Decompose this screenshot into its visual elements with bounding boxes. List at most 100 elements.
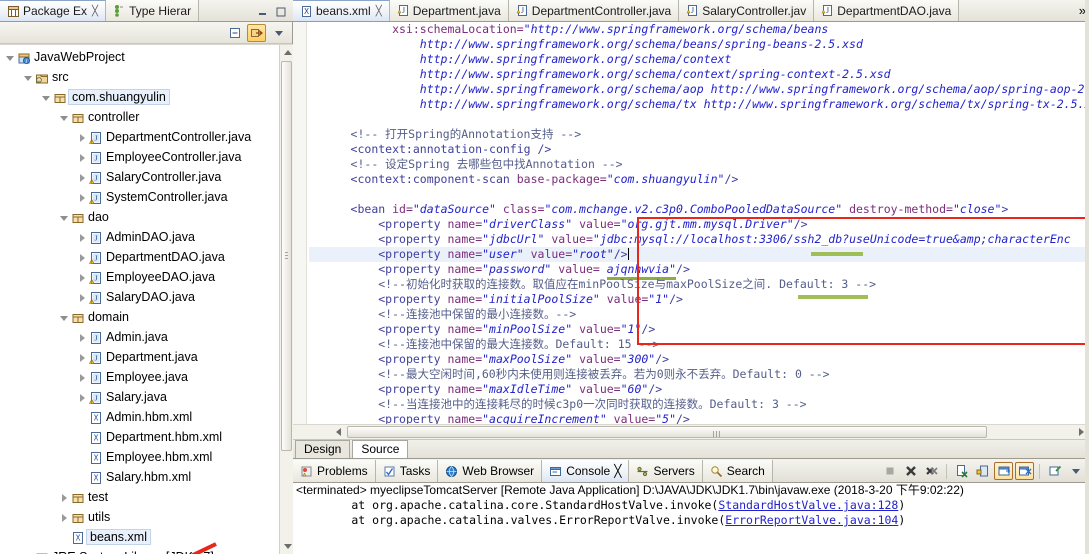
maximize-icon[interactable] [274, 5, 287, 18]
scroll-up-arrow-icon[interactable] [280, 45, 293, 59]
tab-web-browser[interactable]: Web Browser [438, 460, 543, 482]
scroll-lock-button[interactable] [973, 462, 992, 480]
remove-launch-button[interactable] [901, 462, 920, 480]
expand-arrow-closed-icon[interactable] [76, 171, 89, 184]
expand-arrow-open-icon[interactable] [40, 91, 53, 104]
expand-arrow-closed-icon[interactable] [76, 151, 89, 164]
close-icon[interactable]: ╳ [614, 464, 621, 478]
tree-item-label: utils [88, 510, 111, 524]
expand-arrow-open-icon[interactable] [58, 111, 71, 124]
expand-arrow-closed-icon[interactable] [58, 491, 71, 504]
show-console-button[interactable] [994, 462, 1013, 480]
tree-item[interactable]: utils [0, 507, 279, 527]
scrollbar-thumb[interactable] [347, 426, 987, 438]
expand-arrow-closed-icon[interactable] [76, 331, 89, 344]
java-file-warn-icon: J [686, 4, 699, 17]
expand-arrow-closed-icon[interactable] [76, 231, 89, 244]
tab-design[interactable]: Design [295, 440, 351, 458]
tree-item[interactable]: J Admin.java [0, 327, 279, 347]
editor-tab-department-controller[interactable]: J DepartmentController.java [508, 0, 680, 21]
expand-arrow-closed-icon[interactable] [76, 351, 89, 364]
tab-package-explorer[interactable]: Package Ex ╳ [0, 0, 107, 21]
expand-arrow-closed-icon[interactable] [76, 391, 89, 404]
tree-item[interactable]: X Admin.hbm.xml [0, 407, 279, 427]
expand-arrow-open-icon[interactable] [22, 71, 35, 84]
tree-item[interactable]: J! Department.java [0, 347, 279, 367]
tree-item[interactable]: X Department.hbm.xml [0, 427, 279, 447]
expand-arrow-open-icon[interactable] [58, 311, 71, 324]
minimize-icon[interactable] [256, 5, 269, 18]
code-line: <!--最大空闲时间,60秒内未使用则连接被丢弃。若为0则永不丢弃。Defaul… [378, 367, 830, 381]
scroll-left-arrow-icon[interactable] [331, 425, 346, 439]
java-file-warn-icon: J! [89, 131, 102, 144]
tree-item[interactable]: s src [0, 67, 279, 87]
expand-arrow-closed-icon[interactable] [76, 271, 89, 284]
tree-item[interactable]: J! SalaryController.java [0, 167, 279, 187]
stack-trace-link[interactable]: StandardHostValve.java:128 [718, 498, 898, 512]
tree-vertical-scrollbar[interactable] [279, 45, 293, 554]
tree-item[interactable]: Xbeans.xml [0, 527, 279, 547]
terminate-button[interactable] [880, 462, 899, 480]
tree-item[interactable]: JRE System Library [JDK1.7] [0, 547, 279, 554]
expand-arrow-closed-icon[interactable] [58, 511, 71, 524]
tab-type-hierarchy[interactable]: Type Hierar [106, 0, 200, 21]
view-menu-button[interactable] [269, 24, 288, 42]
expand-arrow-open-icon[interactable] [58, 211, 71, 224]
expand-arrow-closed-icon[interactable] [76, 191, 89, 204]
tree-item[interactable]: J! SystemController.java [0, 187, 279, 207]
tree-item[interactable]: J! Salary.java [0, 387, 279, 407]
tree-item[interactable]: com.shuangyulin [0, 87, 279, 107]
close-icon[interactable]: ╳ [92, 6, 98, 17]
pin-console-button[interactable] [1015, 462, 1034, 480]
tree-item-label: Employee.hbm.xml [106, 450, 213, 464]
tree-item[interactable]: J! SalaryDAO.java [0, 287, 279, 307]
expand-arrow-closed-icon[interactable] [76, 131, 89, 144]
code-view[interactable]: xsi:schemaLocation="http://www.springfra… [293, 22, 1089, 424]
green-underline-annotation [811, 252, 863, 256]
stack-trace-link[interactable]: ErrorReportValve.java:104 [725, 513, 898, 527]
project-tree[interactable]: J JavaWebProject s src com.shuangyulin contro… [0, 47, 279, 554]
scrollbar-thumb[interactable] [281, 61, 292, 451]
expand-arrow-closed-icon[interactable] [76, 291, 89, 304]
link-with-editor-button[interactable] [247, 23, 266, 42]
tree-item[interactable]: J! DepartmentController.java [0, 127, 279, 147]
java-file-warn-icon: J! [89, 271, 102, 284]
tree-item[interactable]: X Employee.hbm.xml [0, 447, 279, 467]
console-output[interactable]: <terminated> myeclipseTomcatServer [Remo… [293, 483, 1089, 554]
remove-all-terminated-button[interactable] [922, 462, 941, 480]
tab-search[interactable]: Search [702, 460, 773, 482]
expand-arrow-open-icon[interactable] [4, 51, 17, 64]
close-icon[interactable]: ╳ [376, 6, 382, 17]
tab-console[interactable]: Console ╳ [542, 460, 630, 482]
tree-item[interactable]: J! EmployeeDAO.java [0, 267, 279, 287]
tab-source[interactable]: Source [352, 440, 409, 458]
tree-item[interactable]: X Salary.hbm.xml [0, 467, 279, 487]
tree-item[interactable]: test [0, 487, 279, 507]
scroll-down-arrow-icon[interactable] [280, 540, 293, 554]
expand-arrow-closed-icon[interactable] [76, 251, 89, 264]
tab-servers[interactable]: Servers [629, 460, 703, 482]
editor-tab-beans-xml[interactable]: X beans.xml ╳ [293, 0, 390, 21]
tree-item[interactable]: J JavaWebProject [0, 47, 279, 67]
tree-item[interactable]: J AdminDAO.java [0, 227, 279, 247]
tree-item-label: Salary.java [106, 390, 167, 404]
collapse-all-button[interactable] [225, 24, 244, 42]
editor-tab-department-java[interactable]: J Department.java [389, 0, 509, 21]
tree-item[interactable]: dao [0, 207, 279, 227]
expand-arrow-closed-icon[interactable] [22, 551, 35, 554]
tree-item[interactable]: J EmployeeController.java [0, 147, 279, 167]
open-console-menu-button[interactable] [1066, 462, 1085, 480]
tree-item[interactable]: domain [0, 307, 279, 327]
expand-arrow-closed-icon[interactable] [76, 371, 89, 384]
tab-problems[interactable]: Problems [293, 460, 376, 482]
code-text[interactable]: xsi:schemaLocation="http://www.springfra… [309, 22, 1089, 424]
tab-tasks[interactable]: Tasks [375, 460, 439, 482]
clear-console-button[interactable] [952, 462, 971, 480]
tree-item[interactable]: controller [0, 107, 279, 127]
tree-item[interactable]: J! DepartmentDAO.java [0, 247, 279, 267]
tree-item[interactable]: J Employee.java [0, 367, 279, 387]
editor-tab-department-dao[interactable]: J DepartmentDAO.java [814, 0, 960, 21]
display-selected-console-button[interactable] [1045, 462, 1064, 480]
editor-tab-salary-controller[interactable]: J SalaryController.jav [679, 0, 815, 21]
editor-horizontal-scrollbar[interactable] [293, 424, 1089, 439]
